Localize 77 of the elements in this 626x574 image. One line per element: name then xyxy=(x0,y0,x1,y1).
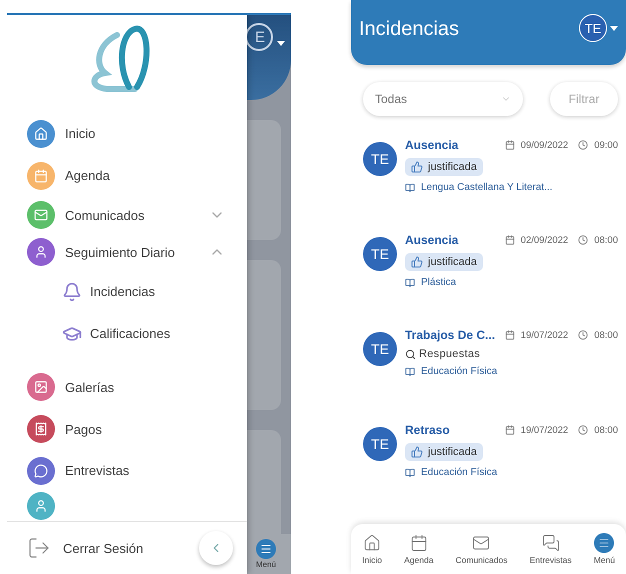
nav-tab[interactable]: Entrevistas xyxy=(530,533,572,565)
nav-tab[interactable]: Comunicados xyxy=(456,533,508,565)
avatar: TE xyxy=(363,142,397,176)
incident-date: 02/09/2022 xyxy=(520,234,568,246)
book-icon xyxy=(405,366,415,376)
menu-label: Entrevistas xyxy=(65,463,130,478)
incident-title[interactable]: Trabajos De C... xyxy=(405,328,499,342)
subject-label: Educación Física xyxy=(405,467,618,478)
submenu-label: Incidencias xyxy=(90,284,156,300)
clock-icon xyxy=(578,330,588,340)
submenu-item[interactable]: Incidencias xyxy=(7,270,247,313)
calendar-icon xyxy=(504,425,515,435)
subject-label: Plástica xyxy=(405,277,618,288)
calendar-icon xyxy=(504,235,515,245)
menu-label: Galerías xyxy=(65,380,116,395)
thumbs-up-icon xyxy=(411,446,423,458)
logout-icon xyxy=(27,536,51,560)
responses-link[interactable]: Respuestas xyxy=(405,348,480,360)
clock-icon xyxy=(578,425,588,435)
menu-label: Agenda xyxy=(65,168,111,184)
book-icon xyxy=(405,468,415,478)
menu-item[interactable]: Pagos xyxy=(7,408,247,450)
menu-item[interactable]: Entrevistas xyxy=(7,450,247,492)
caret-icon xyxy=(277,41,285,46)
incident-title[interactable]: Ausencia xyxy=(405,233,499,247)
incident-time: 08:00 xyxy=(594,234,618,246)
clock-icon xyxy=(578,235,588,245)
search-icon xyxy=(405,348,416,360)
nav-tab[interactable]: Agenda xyxy=(404,533,434,565)
nav-tab[interactable]: Menú xyxy=(594,533,615,565)
menu-item[interactable]: Agenda xyxy=(7,154,247,197)
justified-tag: justificada xyxy=(405,253,483,271)
incident-date: 19/07/2022 xyxy=(520,330,568,340)
page-title: Incidencias xyxy=(359,18,460,41)
menu-icon xyxy=(594,533,614,553)
incident-date: 19/07/2022 xyxy=(520,424,568,436)
logout-button[interactable]: Cerrar Sesión xyxy=(63,540,187,556)
subject-label: Educación Física xyxy=(405,366,618,377)
menu-item[interactable]: Inicio xyxy=(7,113,247,155)
incident-title[interactable]: Retraso xyxy=(405,423,499,437)
subject-label: Lengua Castellana Y Literat... xyxy=(405,182,618,193)
menu-item[interactable]: Comunicados xyxy=(7,196,247,234)
menu-label: Pagos xyxy=(65,422,103,436)
calendar-icon xyxy=(504,140,515,150)
thumbs-up-icon xyxy=(411,161,423,173)
user-avatar[interactable]: TE xyxy=(579,14,607,42)
menu-icon[interactable] xyxy=(27,492,55,520)
calendar-icon xyxy=(504,330,515,340)
menu-icon[interactable] xyxy=(256,539,276,559)
incident-time: 08:00 xyxy=(594,424,618,436)
menu-item[interactable]: Seguimiento Diario xyxy=(7,234,247,271)
book-icon xyxy=(405,278,415,288)
justified-tag: justificada xyxy=(405,158,483,176)
filter-dropdown[interactable]: Todas xyxy=(363,82,523,116)
avatar: TE xyxy=(363,427,397,461)
avatar: TE xyxy=(363,332,397,366)
avatar: TE xyxy=(363,237,397,271)
caret-icon xyxy=(610,26,618,30)
submenu-label: Calificaciones xyxy=(90,326,172,342)
chat-bubbles-icon xyxy=(540,533,561,553)
incident-time: 08:00 xyxy=(594,330,618,340)
menu-label: Comunicados xyxy=(65,208,146,223)
submenu-item[interactable]: Calificaciones xyxy=(7,312,247,354)
justified-tag: justificada xyxy=(405,443,483,461)
clock-icon xyxy=(578,140,588,150)
incident-date: 09/09/2022 xyxy=(520,140,568,150)
collapse-button[interactable] xyxy=(199,531,233,565)
incident-time: 09:00 xyxy=(594,140,618,150)
thumbs-up-icon xyxy=(411,256,423,268)
book-icon xyxy=(405,182,415,192)
bell-icon xyxy=(62,282,82,302)
menu-label: Seguimiento Diario xyxy=(65,244,176,260)
menu-label: Inicio xyxy=(65,126,96,142)
nav-tab[interactable]: Inicio xyxy=(362,533,382,565)
menu-item[interactable]: Galerías xyxy=(7,366,247,408)
incident-title[interactable]: Ausencia xyxy=(405,138,499,152)
nav-label: Menú xyxy=(256,560,276,569)
